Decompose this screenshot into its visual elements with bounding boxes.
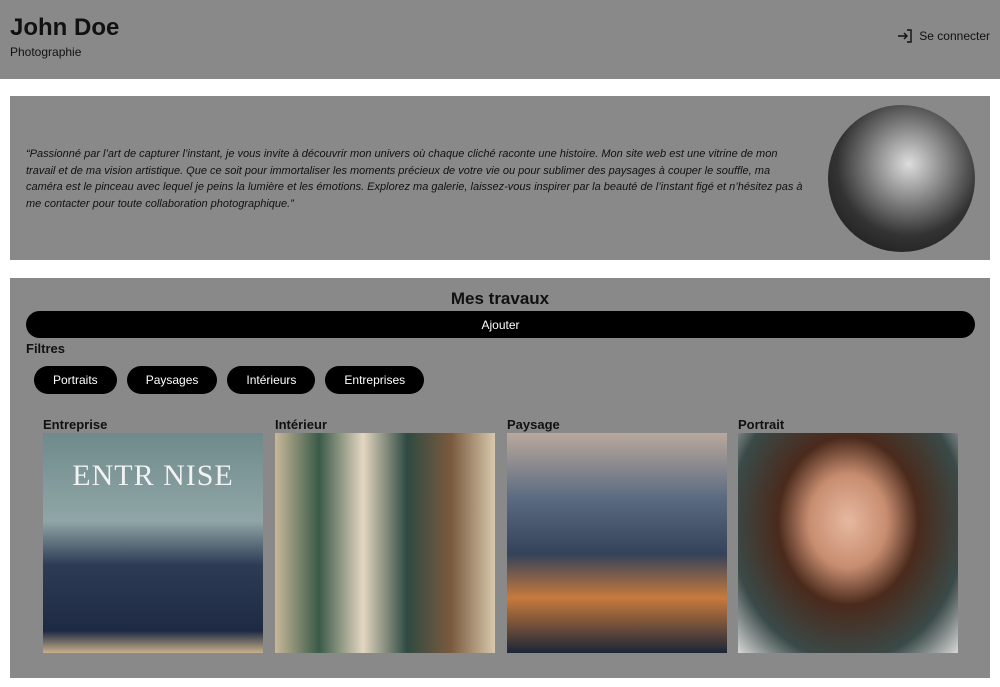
work-label: Paysage xyxy=(507,417,560,432)
work-image-interieur xyxy=(275,433,495,653)
site-title: John Doe xyxy=(10,14,120,41)
work-image-entreprise: ENTR NISE xyxy=(43,433,263,653)
work-card[interactable]: Entreprise ENTR NISE xyxy=(43,417,263,653)
image-sign-text: ENTR NISE xyxy=(72,459,234,492)
about-section: “Passionné par l’art de capturer l’insta… xyxy=(10,96,990,260)
login-label: Se connecter xyxy=(919,29,990,43)
work-image-paysage xyxy=(507,433,727,653)
work-card[interactable]: Portrait xyxy=(738,417,958,653)
site-header: John Doe Photographie Se connecter xyxy=(0,0,1000,79)
site-subtitle: Photographie xyxy=(10,45,82,59)
work-image-portrait xyxy=(738,433,958,653)
filters-title: Filtres xyxy=(26,341,66,356)
gallery-title: Mes travaux xyxy=(450,289,550,308)
photographer-avatar xyxy=(828,105,975,252)
filter-group: Portraits Paysages Intérieurs Entreprise… xyxy=(34,366,425,394)
filter-interieurs[interactable]: Intérieurs xyxy=(227,366,316,394)
login-link[interactable]: Se connecter xyxy=(897,28,990,44)
work-card[interactable]: Intérieur xyxy=(275,417,495,653)
filter-portraits[interactable]: Portraits xyxy=(34,366,117,394)
add-button[interactable]: Ajouter xyxy=(26,311,975,338)
work-label: Intérieur xyxy=(275,417,328,432)
filter-paysages[interactable]: Paysages xyxy=(126,366,218,394)
about-quote: “Passionné par l’art de capturer l’insta… xyxy=(26,148,803,210)
work-card[interactable]: Paysage xyxy=(507,417,727,653)
filter-entreprises[interactable]: Entreprises xyxy=(325,366,425,394)
work-label: Portrait xyxy=(738,417,785,432)
work-label: Entreprise xyxy=(43,417,108,432)
gallery-section: Mes travaux Ajouter Filtres Portraits Pa… xyxy=(10,278,990,678)
sign-in-icon xyxy=(898,29,912,43)
